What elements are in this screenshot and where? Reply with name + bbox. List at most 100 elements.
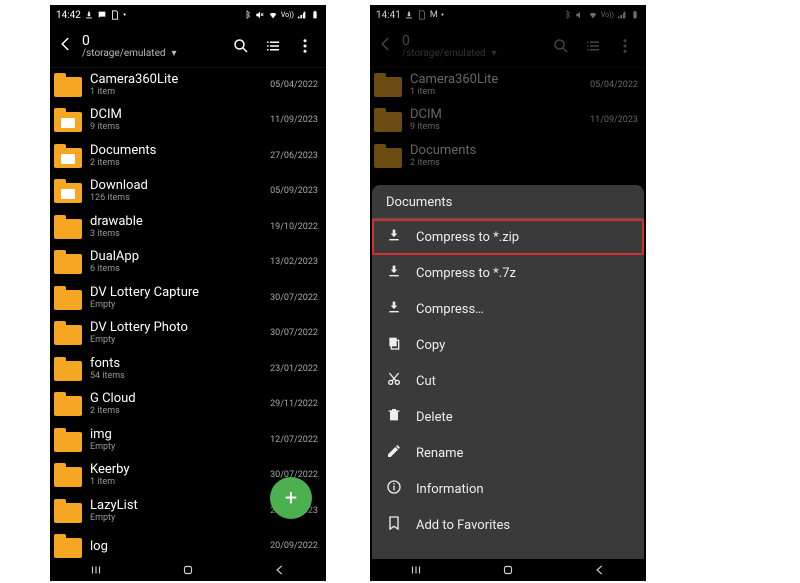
file-name: fonts: [90, 356, 270, 371]
folder-icon: [54, 73, 82, 97]
signal-icon: [297, 10, 307, 20]
action-copy[interactable]: Copy: [372, 327, 644, 363]
file-row: DCIM 9 items 11/09/2023: [370, 103, 646, 139]
more-icon: •: [441, 10, 444, 21]
m-icon: M: [430, 10, 438, 20]
file-name: DCIM: [90, 107, 270, 122]
path-title[interactable]: 0 /storage/emulated ▾: [78, 34, 232, 59]
storage-path: /storage/emulated: [402, 48, 486, 59]
copy-icon: [386, 335, 416, 355]
folder-icon: [54, 144, 82, 168]
action-compress-7z[interactable]: Compress to *.7z: [372, 255, 644, 291]
file-sub: Empty: [90, 335, 270, 346]
action-label: Compress…: [416, 302, 484, 317]
file-name: log: [90, 539, 270, 554]
download-icon: [386, 227, 416, 247]
net-icon: Vo)): [601, 11, 614, 19]
file-row: Documents 2 items: [370, 138, 646, 174]
file-row[interactable]: DCIM 9 items 11/09/2023: [50, 103, 326, 139]
action-compress[interactable]: Compress…: [372, 291, 644, 327]
file-name: Documents: [90, 143, 270, 158]
home-button[interactable]: [181, 563, 195, 577]
add-fab[interactable]: +: [270, 477, 312, 519]
wifi-icon: [268, 10, 278, 20]
list-view-icon[interactable]: [264, 37, 282, 55]
download-icon: [404, 10, 414, 20]
storage-title: 0: [402, 34, 552, 48]
clip-icon: [110, 10, 120, 20]
file-row[interactable]: DV Lottery Capture Empty 30/07/2022: [50, 280, 326, 316]
file-name: G Cloud: [90, 391, 270, 406]
delete-icon: [386, 407, 416, 427]
more-vert-icon[interactable]: [616, 37, 634, 55]
file-sub: 2 items: [90, 158, 270, 169]
nav-back-button[interactable]: [593, 563, 607, 577]
file-row[interactable]: Documents 2 items 27/06/2023: [50, 138, 326, 174]
search-icon[interactable]: [552, 37, 570, 55]
file-date: 05/04/2022: [590, 80, 642, 90]
list-view-icon[interactable]: [584, 37, 602, 55]
action-compress-zip[interactable]: Compress to *.zip: [372, 219, 644, 255]
folder-icon: [374, 73, 402, 97]
file-name: DV Lottery Capture: [90, 285, 270, 300]
action-information[interactable]: Information: [372, 471, 644, 507]
folder-icon: [54, 286, 82, 310]
action-cut[interactable]: Cut: [372, 363, 644, 399]
file-sub: 9 items: [90, 122, 270, 133]
status-time: 14:41: [376, 10, 401, 21]
file-date: 29/11/2022: [270, 399, 322, 409]
recent-apps-button[interactable]: [89, 563, 103, 577]
folder-icon: [54, 499, 82, 523]
download-icon: [386, 299, 416, 319]
file-row[interactable]: drawable 3 items 19/10/2022: [50, 209, 326, 245]
file-row[interactable]: log 20/09/2022: [50, 529, 326, 560]
bluetooth-icon: [242, 10, 252, 20]
search-icon[interactable]: [232, 37, 250, 55]
download-icon: [386, 263, 416, 283]
file-name: DCIM: [410, 107, 590, 122]
storage-path: /storage/emulated: [82, 48, 166, 59]
mute-icon: [575, 10, 585, 20]
wifi-icon: [588, 10, 598, 20]
chevron-down-icon: ▾: [492, 48, 497, 59]
file-sub: 2 items: [410, 158, 638, 169]
file-name: LazyList: [90, 498, 270, 513]
file-row[interactable]: Download 126 items 05/09/2023: [50, 174, 326, 210]
file-row[interactable]: img Empty 12/07/2022: [50, 422, 326, 458]
bluetooth-icon: [562, 10, 572, 20]
action-rename[interactable]: Rename: [372, 435, 644, 471]
file-name: Camera360Lite: [410, 72, 590, 87]
action-favorites[interactable]: Add to Favorites: [372, 507, 644, 543]
home-button[interactable]: [501, 563, 515, 577]
file-date: 20/09/2022: [270, 541, 322, 551]
back-button[interactable]: [54, 35, 78, 58]
file-row[interactable]: Camera360Lite 1 item 05/04/2022: [50, 67, 326, 103]
file-name: Download: [90, 178, 270, 193]
file-sub: 1 item: [410, 87, 590, 98]
file-row[interactable]: fonts 54 items 23/01/2022: [50, 351, 326, 387]
more-vert-icon[interactable]: [296, 37, 314, 55]
file-row[interactable]: DualApp 6 items 13/02/2023: [50, 245, 326, 281]
context-menu-sheet: Documents Compress to *.zip Compress to …: [372, 185, 644, 559]
phone-screen-left: 14:42 • Vo)) 0 /storage/emulated ▾: [50, 5, 326, 581]
folder-icon: [54, 392, 82, 416]
file-sub: 3 items: [90, 229, 270, 240]
file-row[interactable]: G Cloud 2 items 29/11/2022: [50, 387, 326, 423]
action-delete[interactable]: Delete: [372, 399, 644, 435]
status-time: 14:42: [56, 10, 81, 21]
file-name: Documents: [410, 143, 638, 158]
cut-icon: [386, 371, 416, 391]
file-row[interactable]: DV Lottery Photo Empty 30/07/2022: [50, 316, 326, 352]
recent-apps-button[interactable]: [409, 563, 423, 577]
file-name: img: [90, 427, 270, 442]
back-button[interactable]: [374, 35, 398, 58]
action-label: Delete: [416, 410, 453, 425]
phone-screen-right: 14:41 M • Vo)) 0 /storag: [370, 5, 646, 581]
mute-icon: [255, 10, 265, 20]
folder-icon: [374, 108, 402, 132]
file-date: 13/02/2023: [270, 257, 322, 267]
file-date: 30/07/2022: [270, 293, 322, 303]
nav-back-button[interactable]: [273, 563, 287, 577]
action-label: Copy: [416, 338, 445, 353]
file-sub: 1 item: [90, 477, 270, 488]
